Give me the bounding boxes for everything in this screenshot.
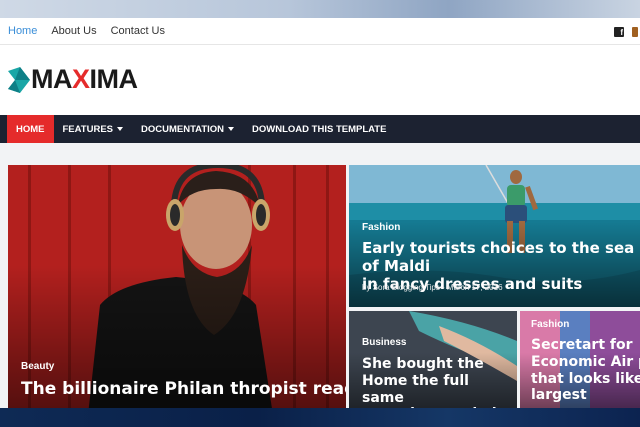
post-title[interactable]: She bought theHome the full sameyear she… — [362, 356, 512, 415]
featured-post-business[interactable]: Business She bought the Home the full sam… — [349, 311, 517, 415]
browser-backdrop-bottom — [0, 408, 640, 427]
post-category-label[interactable]: Fashion — [531, 319, 569, 330]
site-header: MAXIMA — [0, 45, 640, 115]
site-logo[interactable]: MAXIMA — [31, 64, 138, 95]
nav-item-download-template[interactable]: DOWNLOAD THIS TEMPLATE — [243, 115, 395, 143]
post-title[interactable]: Secretart forEconomic Air plathat looks … — [531, 337, 640, 404]
chevron-down-icon — [228, 127, 235, 131]
featured-post-fashion-2[interactable]: Fashion Secretart forEconomic Air platha… — [520, 311, 640, 415]
main-nav: HOME FEATURES DOCUMENTATION DOWNLOAD THI… — [0, 115, 640, 143]
nav-item-home[interactable]: HOME — [7, 115, 54, 143]
featured-post-fashion[interactable]: Fashion Early tourists choices to the se… — [349, 165, 640, 307]
top-link-contact-us[interactable]: Contact Us — [111, 25, 165, 37]
twitter-icon[interactable] — [632, 26, 638, 37]
logo-mark-icon — [8, 67, 30, 93]
post-title[interactable]: The billionaire Philan thropist read to — [21, 379, 346, 399]
top-link-about-us[interactable]: About Us — [51, 25, 96, 37]
post-category-label[interactable]: Fashion — [362, 222, 400, 233]
facebook-icon[interactable]: f — [614, 26, 624, 37]
browser-backdrop-top — [0, 0, 640, 18]
top-links-bar: Home About Us Contact Us f — [0, 18, 640, 45]
nav-item-features[interactable]: FEATURES — [54, 115, 133, 143]
nav-item-documentation[interactable]: DOCUMENTATION — [132, 115, 243, 143]
post-category-label[interactable]: Business — [362, 337, 406, 348]
post-category-label[interactable]: Beauty — [21, 361, 54, 372]
top-link-home[interactable]: Home — [8, 25, 37, 37]
chevron-down-icon — [117, 127, 123, 131]
featured-post-main[interactable]: Beauty The billionaire Philan thropist r… — [8, 165, 346, 415]
post-meta: by Sora Blogging Tips - March 17, 2016 — [362, 283, 503, 292]
social-icons: f — [614, 18, 640, 45]
